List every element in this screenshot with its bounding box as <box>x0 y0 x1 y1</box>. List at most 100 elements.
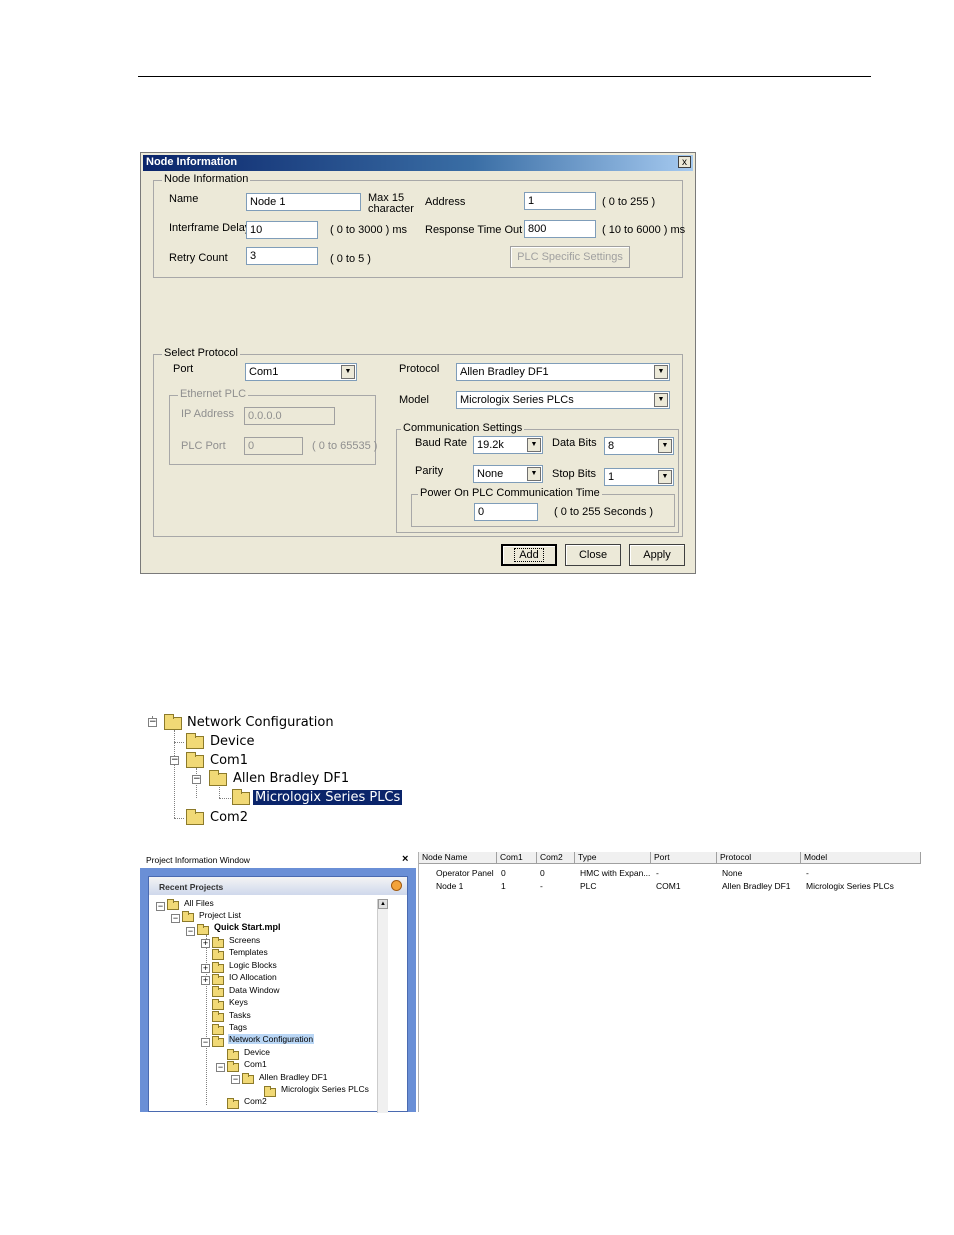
node-table: Node Name Com1 Com2 Type Port Protocol M… <box>418 852 921 1112</box>
close-icon[interactable]: × <box>402 853 408 865</box>
column-header-com2[interactable]: Com2 <box>537 852 575 864</box>
column-header-node-name[interactable]: Node Name <box>419 852 497 864</box>
tree-item-tags[interactable]: Tags <box>229 1022 247 1032</box>
tree-item-network-configuration[interactable]: Network Configuration <box>228 1034 315 1044</box>
tree-item-micrologix[interactable]: Micrologix Series PLCs <box>281 1084 369 1094</box>
tree-item-screens[interactable]: Screens <box>229 935 260 945</box>
protocol-select[interactable]: Allen Bradley DF1 ▼ <box>456 363 670 381</box>
name-field[interactable]: Node 1 <box>246 193 361 211</box>
chevron-down-icon[interactable]: ▼ <box>527 438 541 452</box>
scroll-up-icon[interactable]: ▲ <box>378 899 388 909</box>
collapse-icon[interactable]: − <box>148 718 157 727</box>
address-field[interactable]: 1 <box>524 192 596 210</box>
column-header-model[interactable]: Model <box>801 852 921 864</box>
power-on-time-hint: ( 0 to 255 Seconds ) <box>554 506 654 518</box>
tree-item-micrologix[interactable]: Micrologix Series PLCs <box>253 790 403 805</box>
tree-item-tasks[interactable]: Tasks <box>229 1010 251 1020</box>
tree-item-project-list[interactable]: Project List <box>199 910 241 920</box>
parity-select[interactable]: None ▼ <box>473 465 543 483</box>
baud-rate-select[interactable]: 19.2k ▼ <box>473 436 543 454</box>
port-label: Port <box>173 363 194 375</box>
tree-item-allen-bradley[interactable]: Allen Bradley DF1 <box>259 1072 328 1082</box>
name-label: Name <box>169 193 199 205</box>
tree-item-data-window[interactable]: Data Window <box>229 985 280 995</box>
response-timeout-field[interactable]: 800 <box>524 220 596 238</box>
power-on-time-field[interactable]: 0 <box>474 503 538 521</box>
tree-item-all-files[interactable]: All Files <box>184 898 214 908</box>
collapse-icon[interactable]: − <box>216 1063 225 1072</box>
port-select-value: Com1 <box>249 366 279 378</box>
plc-specific-settings-button[interactable]: PLC Specific Settings <box>510 246 630 268</box>
collapse-icon[interactable]: − <box>192 775 201 784</box>
tree-item-logic-blocks[interactable]: Logic Blocks <box>229 960 277 970</box>
retry-count-field[interactable]: 3 <box>246 247 318 265</box>
apply-button[interactable]: Apply <box>629 544 685 566</box>
model-select-value: Micrologix Series PLCs <box>460 394 574 406</box>
ip-address-field[interactable]: 0.0.0.0 <box>244 407 335 425</box>
collapse-icon[interactable]: − <box>201 1038 210 1047</box>
tree-item-templates[interactable]: Templates <box>229 947 268 957</box>
table-row[interactable]: Node 1 1 - PLC COM1 Allen Bradley DF1 Mi… <box>419 881 921 893</box>
tree-item-keys[interactable]: Keys <box>229 997 248 1007</box>
communication-settings-legend: Communication Settings <box>401 422 525 434</box>
column-header-protocol[interactable]: Protocol <box>717 852 801 864</box>
folder-icon <box>227 1061 239 1072</box>
close-icon[interactable]: x <box>678 156 691 168</box>
cell-node-name: Node 1 <box>436 881 464 891</box>
collapse-icon[interactable]: − <box>156 902 165 911</box>
ethernet-plc-legend: Ethernet PLC <box>178 388 249 400</box>
add-button[interactable]: Add <box>501 544 557 566</box>
expand-icon[interactable]: + <box>201 976 210 985</box>
parity-label: Parity <box>415 465 444 477</box>
model-label: Model <box>399 394 429 406</box>
scrollbar[interactable]: ▲ <box>377 899 388 1113</box>
chevron-down-icon[interactable]: ▼ <box>654 393 668 407</box>
tree-item-com1[interactable]: Com1 <box>244 1059 267 1069</box>
add-button-label: Add <box>514 548 544 562</box>
network-tree: − Network Configuration Device − Com1 − … <box>140 708 440 828</box>
tree-item-com2[interactable]: Com2 <box>210 810 248 825</box>
port-select[interactable]: Com1 ▼ <box>245 363 357 381</box>
expand-icon[interactable]: + <box>201 939 210 948</box>
project-window-titlebar: Project Information Window × <box>140 852 416 869</box>
chevron-down-icon[interactable]: ▼ <box>658 470 672 484</box>
tree-item-project[interactable]: Quick Start.mpl <box>214 922 281 932</box>
collapse-icon[interactable]: − <box>186 927 195 936</box>
column-header-port[interactable]: Port <box>651 852 717 864</box>
collapse-panel-icon[interactable] <box>391 880 402 891</box>
table-row[interactable]: Operator Panel 0 0 HMC with Expan... - N… <box>419 868 921 880</box>
collapse-icon[interactable]: − <box>171 914 180 923</box>
address-label: Address <box>425 196 466 208</box>
close-button[interactable]: Close <box>565 544 621 566</box>
tree-item-io-allocation[interactable]: IO Allocation <box>229 972 277 982</box>
tree-item-network-configuration[interactable]: Network Configuration <box>187 715 334 730</box>
tree-item-device[interactable]: Device <box>210 734 254 749</box>
select-protocol-legend: Select Protocol <box>162 347 240 359</box>
data-bits-select[interactable]: 8 ▼ <box>604 437 674 455</box>
chevron-down-icon[interactable]: ▼ <box>658 439 672 453</box>
tree-item-com1[interactable]: Com1 <box>210 753 248 768</box>
chevron-down-icon[interactable]: ▼ <box>341 365 355 379</box>
stop-bits-select[interactable]: 1 ▼ <box>604 468 674 486</box>
name-hint: Max 15 character <box>368 192 414 215</box>
model-select[interactable]: Micrologix Series PLCs ▼ <box>456 391 670 409</box>
tree-item-allen-bradley[interactable]: Allen Bradley DF1 <box>233 771 349 786</box>
chevron-down-icon[interactable]: ▼ <box>527 467 541 481</box>
page-rule <box>138 76 871 77</box>
response-timeout-hint: ( 10 to 6000 ) ms <box>602 224 686 236</box>
tree-item-device[interactable]: Device <box>244 1047 270 1057</box>
interframe-delay-field[interactable]: 10 <box>246 221 318 239</box>
dialog-title: Node Information <box>146 156 238 168</box>
column-header-type[interactable]: Type <box>575 852 651 864</box>
collapse-icon[interactable]: − <box>170 756 179 765</box>
folder-icon <box>212 986 224 997</box>
collapse-icon[interactable]: − <box>231 1075 240 1084</box>
folder-icon <box>212 999 224 1010</box>
plc-port-field[interactable]: 0 <box>244 437 303 455</box>
column-header-com1[interactable]: Com1 <box>497 852 537 864</box>
expand-icon[interactable]: + <box>201 964 210 973</box>
tree-item-com2[interactable]: Com2 <box>244 1096 267 1106</box>
cell-protocol: None <box>722 868 743 878</box>
folder-icon <box>227 1049 239 1060</box>
chevron-down-icon[interactable]: ▼ <box>654 365 668 379</box>
